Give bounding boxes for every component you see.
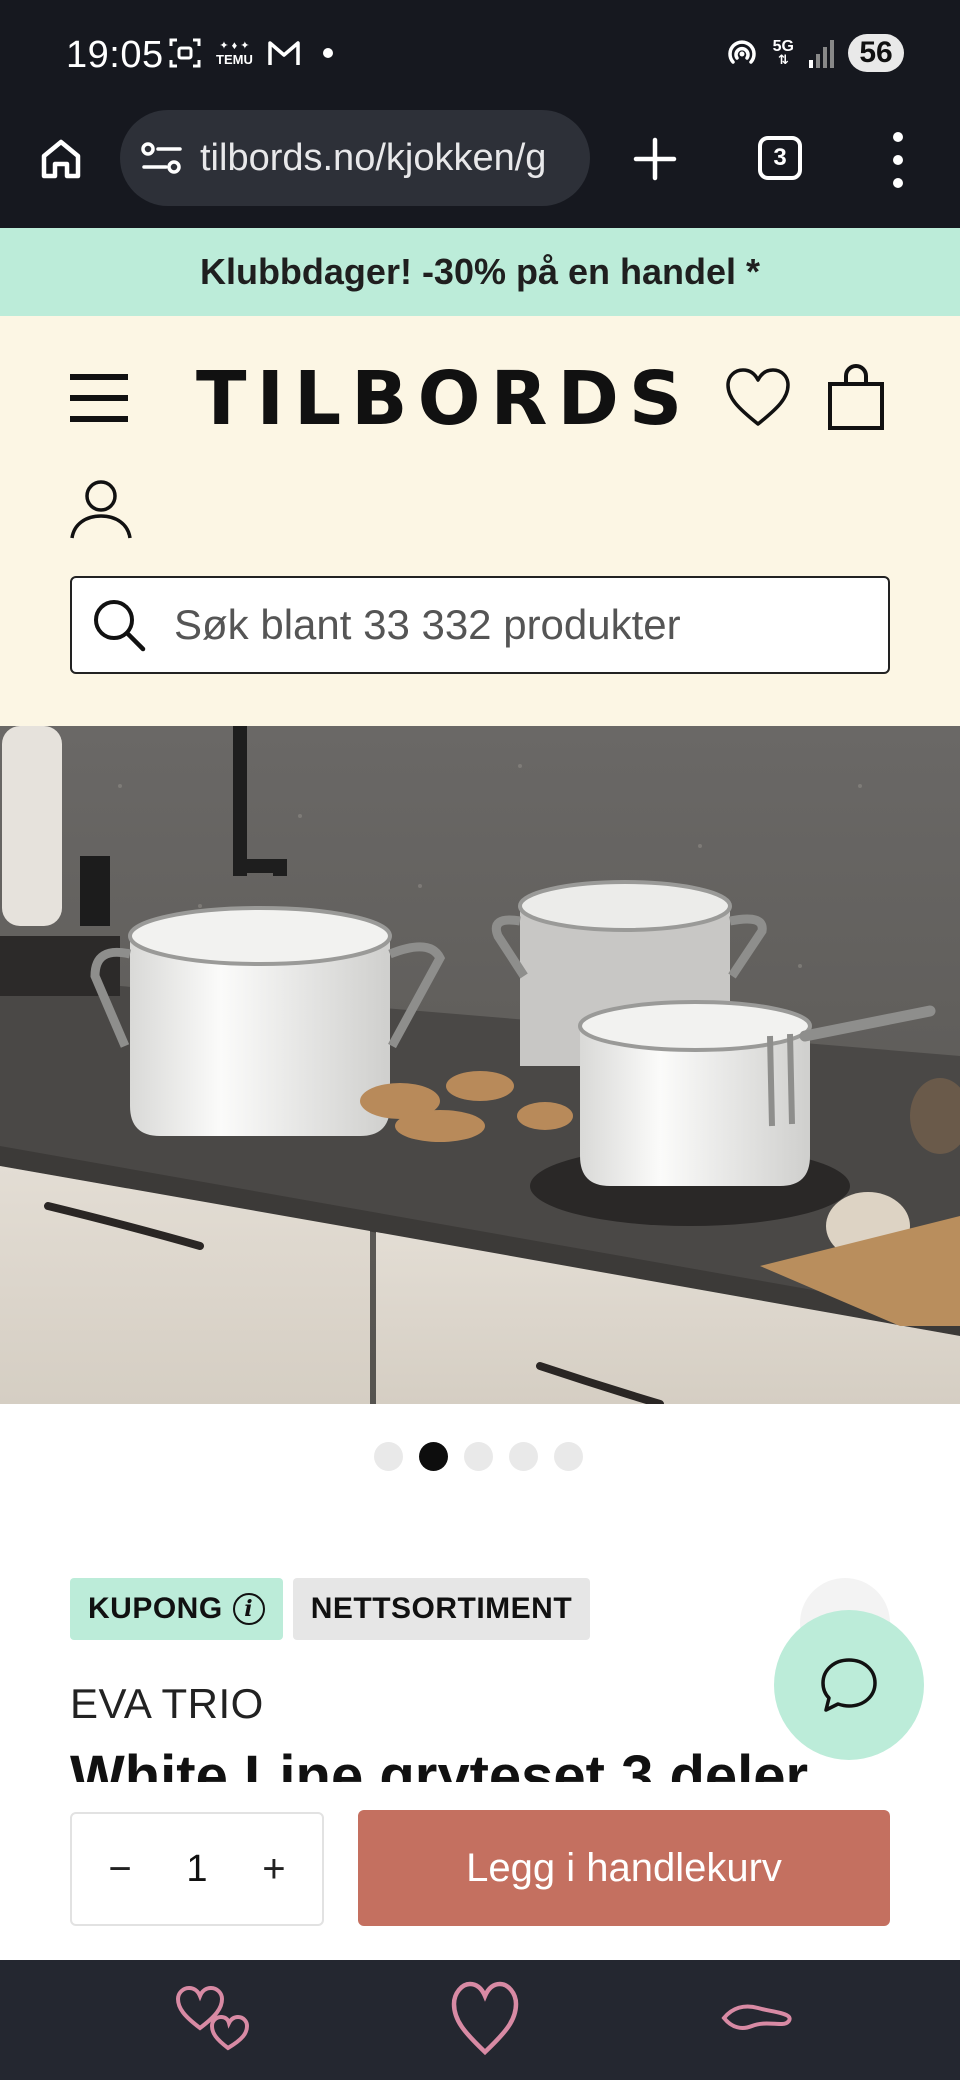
carousel-dot[interactable] xyxy=(464,1442,493,1471)
user-account-icon[interactable] xyxy=(68,476,134,542)
wishlist-heart-icon[interactable] xyxy=(724,366,792,430)
double-heart-icon[interactable] xyxy=(170,1978,260,2058)
carousel-dots xyxy=(374,1442,583,1471)
hotspot-icon xyxy=(727,40,756,64)
browser-menu-button[interactable] xyxy=(886,132,910,188)
product-brand[interactable]: EVA TRIO xyxy=(70,1680,264,1728)
more-icon xyxy=(893,132,903,142)
chat-button[interactable] xyxy=(774,1610,924,1760)
add-to-cart-bar: − 1 + Legg i handlekurv xyxy=(0,1782,960,1960)
back-gesture-icon[interactable] xyxy=(710,1978,800,2058)
status-bar: 19:05 ✦ ♦ ✦ TEMU 5G ⇅ 56 xyxy=(0,0,960,110)
signal-icon xyxy=(809,40,834,68)
site-settings-icon[interactable] xyxy=(140,140,184,176)
site-header: TILBORDS Søk blant 33 332 produkter xyxy=(0,316,960,726)
info-icon[interactable]: i xyxy=(232,1593,265,1625)
quantity-increase-button[interactable]: + xyxy=(256,1847,292,1892)
tag-nettsortiment: NETTSORTIMENT xyxy=(292,1578,591,1640)
bottom-navigation-bar xyxy=(0,1960,960,2080)
home-icon xyxy=(41,139,81,179)
temu-icon: ✦ ♦ ✦ TEMU xyxy=(216,40,253,67)
hamburger-menu-button[interactable] xyxy=(70,374,128,422)
carousel-dot[interactable] xyxy=(509,1442,538,1471)
more-notifications-dot xyxy=(322,48,333,58)
status-notification-icons: ✦ ♦ ✦ TEMU xyxy=(168,36,333,70)
shopping-bag-icon[interactable] xyxy=(826,364,886,432)
network-5g-icon: 5G ⇅ xyxy=(772,38,794,67)
search-placeholder: Søk blant 33 332 produkter xyxy=(174,601,681,648)
quantity-stepper: − 1 + xyxy=(70,1812,324,1926)
product-photo xyxy=(0,726,960,1404)
product-image[interactable] xyxy=(0,726,960,1404)
search-input[interactable]: Søk blant 33 332 produkter xyxy=(70,576,890,674)
product-title: White Line gryteset 3 deler xyxy=(70,1744,809,1782)
status-time: 19:05 xyxy=(66,34,164,76)
carousel-dot-active[interactable] xyxy=(419,1442,448,1471)
battery-indicator: 56 xyxy=(848,34,904,72)
product-tags: KUPONG i NETTSORTIMENT xyxy=(70,1578,591,1640)
status-system-icons: 5G ⇅ 56 xyxy=(725,34,904,72)
heart-icon[interactable] xyxy=(440,1978,530,2058)
tag-kupong[interactable]: KUPONG i xyxy=(70,1578,283,1640)
carousel-dot[interactable] xyxy=(554,1442,583,1471)
tab-switcher-button[interactable]: 3 xyxy=(758,136,802,180)
url-text: tilbords.no/kjokken/g xyxy=(200,136,547,179)
gmail-icon xyxy=(268,41,300,65)
carousel-dot[interactable] xyxy=(374,1442,403,1471)
quantity-value[interactable]: 1 xyxy=(186,1848,207,1891)
add-to-cart-button[interactable]: Legg i handlekurv xyxy=(358,1810,890,1926)
quantity-decrease-button[interactable]: − xyxy=(102,1847,138,1892)
chat-icon xyxy=(821,1658,877,1712)
search-icon xyxy=(94,600,146,652)
new-tab-button[interactable] xyxy=(630,134,680,184)
promo-banner[interactable]: Klubbdager! -30% på en handel * xyxy=(0,228,960,316)
screenshot-icon xyxy=(169,38,201,68)
browser-toolbar: tilbords.no/kjokken/g 3 xyxy=(0,110,960,228)
product-title-container: White Line gryteset 3 deler xyxy=(70,1742,830,1782)
tag-kupong-label: KUPONG xyxy=(88,1592,223,1625)
home-button[interactable] xyxy=(34,132,88,186)
address-bar[interactable]: tilbords.no/kjokken/g xyxy=(120,110,590,206)
site-logo[interactable]: TILBORDS xyxy=(196,356,692,442)
